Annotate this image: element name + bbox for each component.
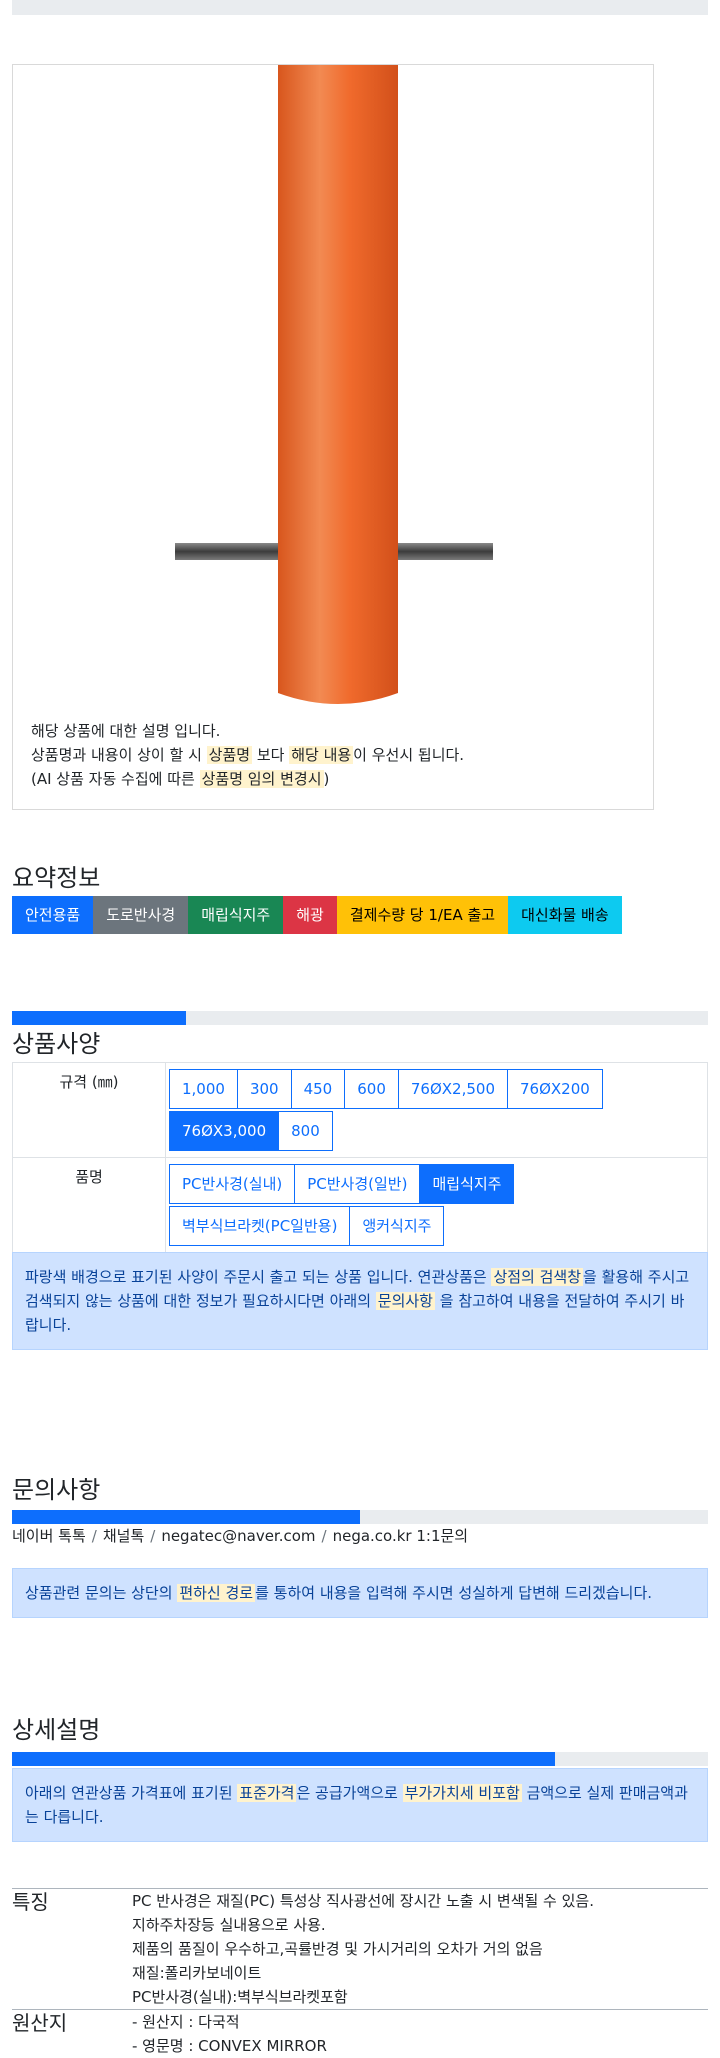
name-option-button[interactable]: PC반사경(일반) bbox=[294, 1164, 420, 1204]
detail-progress-bar bbox=[12, 1752, 708, 1766]
product-image-panel: 해당 상품에 대한 설명 입니다. 상품명과 내용이 상이 할 시 상품명 보다… bbox=[12, 64, 654, 810]
size-option-button[interactable]: 600 bbox=[344, 1069, 399, 1109]
contact-email[interactable]: negatec@naver.com bbox=[161, 1527, 315, 1545]
summary-badge: 결제수량 당 1/EA 출고 bbox=[337, 896, 508, 934]
product-image bbox=[13, 65, 653, 809]
size-option-button[interactable]: 300 bbox=[237, 1069, 292, 1109]
inquiry-notice: 상품관련 문의는 상단의 편하신 경로를 통하여 내용을 입력해 주시면 성실하… bbox=[12, 1568, 708, 1618]
size-option-button[interactable]: 800 bbox=[278, 1111, 333, 1151]
origin-item: - 영문명 : CONVEX MIRROR bbox=[132, 2034, 708, 2058]
summary-title: 요약정보 bbox=[12, 858, 100, 893]
summary-badge: 안전용품 bbox=[12, 896, 93, 934]
contact-links: 네이버 톡톡/채널톡/negatec@naver.com/nega.co.kr … bbox=[12, 1525, 468, 1546]
detail-title: 상세설명 bbox=[12, 1710, 100, 1745]
size-option-button[interactable]: 76ØX200 bbox=[507, 1069, 603, 1109]
feature-item: PC 반사경은 재질(PC) 특성상 직사광선에 장시간 노출 시 변색될 수 … bbox=[132, 1889, 708, 1913]
features-label: 특징 bbox=[12, 1889, 132, 2010]
inquiry-progress-bar bbox=[12, 1510, 708, 1524]
size-option-button[interactable]: 76ØX3,000 bbox=[169, 1111, 279, 1151]
origin-item: - 원산지 : 다국적 bbox=[132, 2010, 708, 2034]
feature-item: 재질:폴리카보네이트 bbox=[132, 1961, 708, 1985]
name-option-button[interactable]: 앵커식지주 bbox=[349, 1206, 444, 1246]
inquiry-title: 문의사항 bbox=[12, 1470, 100, 1505]
detail-notice: 아래의 연관상품 가격표에 표기된 표준가격은 공급가액으로 부가가치세 비포함… bbox=[12, 1768, 708, 1842]
name-option-button[interactable]: 매립식지주 bbox=[419, 1164, 514, 1204]
product-description: 해당 상품에 대한 설명 입니다. 상품명과 내용이 상이 할 시 상품명 보다… bbox=[31, 719, 464, 791]
detail-table: 특징 PC 반사경은 재질(PC) 특성상 직사광선에 장시간 노출 시 변색될… bbox=[12, 1888, 708, 2058]
size-option-button[interactable]: 450 bbox=[291, 1069, 346, 1109]
description-line-2: 상품명과 내용이 상이 할 시 상품명 보다 해당 내용이 우선시 됩니다. bbox=[31, 743, 464, 767]
size-options: 1,00030045060076ØX2,50076ØX200 76ØX3,0008… bbox=[166, 1063, 707, 1157]
feature-item: 지하주차장등 실내용으로 사용. bbox=[132, 1913, 708, 1937]
size-option-button[interactable]: 1,000 bbox=[169, 1069, 238, 1109]
summary-badge: 매립식지주 bbox=[188, 896, 283, 934]
summary-badges: 안전용품도로반사경매립식지주해광결제수량 당 1/EA 출고대신화물 배송 bbox=[12, 896, 622, 934]
spec-table: 규격 (㎜) 1,00030045060076ØX2,50076ØX200 76Ø… bbox=[12, 1062, 708, 1253]
summary-badge: 대신화물 배송 bbox=[508, 896, 622, 934]
feature-item: PC반사경(실내):벽부식브라켓포함 bbox=[132, 1985, 708, 2009]
contact-one-to-one[interactable]: nega.co.kr 1:1문의 bbox=[333, 1527, 469, 1545]
features-list: PC 반사경은 재질(PC) 특성상 직사광선에 장시간 노출 시 변색될 수 … bbox=[132, 1889, 708, 2010]
size-label: 규격 (㎜) bbox=[13, 1063, 166, 1158]
description-line-3: (AI 상품 자동 수집에 따른 상품명 임의 변경시) bbox=[31, 767, 464, 791]
size-option-button[interactable]: 76ØX2,500 bbox=[398, 1069, 508, 1109]
contact-naver-talk[interactable]: 네이버 톡톡 bbox=[12, 1527, 86, 1545]
contact-channel-talk[interactable]: 채널톡 bbox=[103, 1527, 144, 1545]
name-label: 품명 bbox=[13, 1158, 166, 1253]
spec-progress-bar bbox=[12, 1011, 708, 1025]
spec-title: 상품사양 bbox=[12, 1024, 100, 1059]
feature-item: 제품의 품질이 우수하고,곡률반경 및 가시거리의 오차가 거의 없음 bbox=[132, 1937, 708, 1961]
name-options: PC반사경(실내)PC반사경(일반)매립식지주벽부식브라켓(PC일반용)앵커식지… bbox=[166, 1158, 707, 1252]
spec-notice: 파랑색 배경으로 표기된 사양이 주문시 출고 되는 상품 입니다. 연관상품은… bbox=[12, 1252, 708, 1350]
name-option-button[interactable]: 벽부식브라켓(PC일반용) bbox=[169, 1206, 350, 1246]
top-divider-bar bbox=[12, 0, 708, 15]
description-line-1: 해당 상품에 대한 설명 입니다. bbox=[31, 719, 464, 743]
name-option-button[interactable]: PC반사경(실내) bbox=[169, 1164, 295, 1204]
summary-badge: 해광 bbox=[283, 896, 337, 934]
summary-badge: 도로반사경 bbox=[93, 896, 188, 934]
